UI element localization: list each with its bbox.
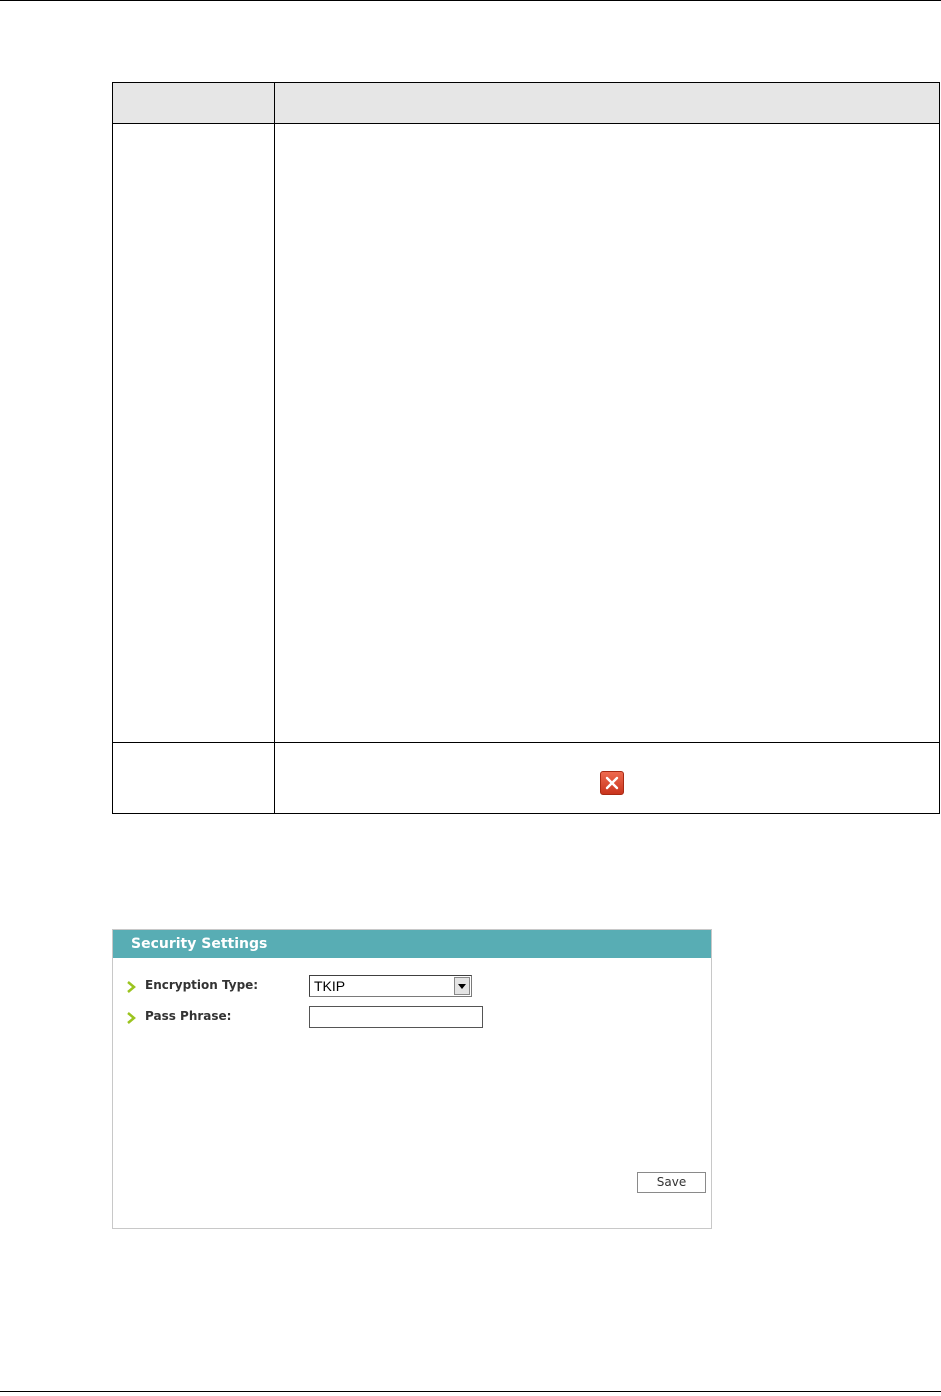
save-button[interactable]: Save [637,1172,706,1193]
page-bottom-rule [0,1391,941,1392]
page-top-rule [0,0,941,1]
encryption-type-select[interactable]: TKIP [309,975,472,997]
pass-phrase-label: Pass Phrase: [145,1009,232,1023]
table-cell-label [112,123,275,743]
table-header-cell-label [112,82,275,124]
encryption-type-value: TKIP [314,978,346,994]
table-header-row [112,82,940,124]
reference-table [112,82,940,814]
table-header-cell-description [274,82,940,124]
dropdown-button[interactable] [454,977,470,995]
chevron-right-icon [127,1011,137,1024]
table-row [112,123,940,743]
table-cell-description [274,123,940,743]
table-cell-label [112,742,275,814]
table-cell-description [274,742,940,814]
security-settings-panel: Security Settings Encryption Type: TKIP … [112,929,712,1229]
chevron-right-icon [127,980,137,993]
pass-phrase-input[interactable] [309,1006,483,1028]
table-row [112,742,940,814]
close-icon [600,771,624,795]
chevron-down-icon [458,984,466,989]
panel-title: Security Settings [113,930,711,958]
encryption-type-label: Encryption Type: [145,978,259,992]
